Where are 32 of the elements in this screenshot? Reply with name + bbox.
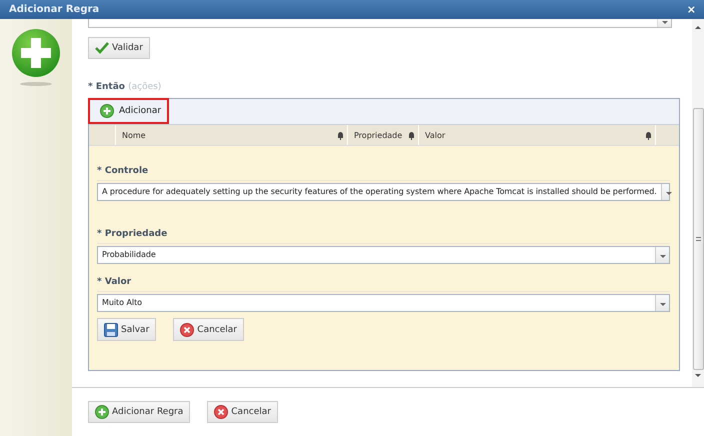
dropdown-field[interactable]: Probabilidade — [97, 246, 670, 264]
cancel-button[interactable]: Cancelar — [173, 318, 244, 341]
validate-button[interactable]: Validar — [88, 37, 150, 59]
field-label: * Valor — [97, 277, 670, 292]
checkmark-icon — [95, 42, 109, 54]
plus-icon — [95, 405, 109, 419]
cancel-button[interactable]: Cancelar — [207, 401, 278, 423]
plus-icon — [100, 104, 114, 118]
save-button[interactable]: Salvar — [97, 318, 156, 341]
close-button[interactable]: × — [684, 4, 698, 15]
add-button[interactable]: Adicionar — [88, 98, 169, 124]
pin-icon[interactable] — [646, 132, 651, 138]
cancel-icon — [214, 405, 228, 419]
cancel-icon — [180, 322, 194, 336]
column-header[interactable]: Nome — [116, 125, 348, 145]
scroll-down-icon[interactable] — [695, 374, 701, 377]
add-rule-button[interactable]: Adicionar Regra — [88, 401, 190, 423]
select-field[interactable] — [88, 19, 672, 28]
dropdown-field[interactable]: Muito Alto — [97, 294, 670, 312]
pin-icon[interactable] — [409, 132, 414, 138]
section-label: * Então (ações) — [88, 82, 162, 92]
scroll-thumb[interactable] — [692, 108, 704, 370]
scroll-up-icon[interactable] — [695, 26, 701, 29]
column-header[interactable]: Valor — [419, 125, 656, 145]
dropdown-field[interactable]: A procedure for adequately setting up the security features of the operating system where Apache Tomcat is installed should be performed. — [97, 183, 670, 201]
field-label: * Propriedade — [97, 229, 670, 244]
scrollbar[interactable] — [692, 19, 704, 387]
plus-icon — [12, 29, 60, 87]
pin-icon[interactable] — [338, 132, 343, 138]
column-header[interactable]: Propriedade — [348, 125, 419, 145]
window-title: Adicionar Regra — [9, 4, 100, 15]
field-label: * Controle — [97, 166, 670, 181]
